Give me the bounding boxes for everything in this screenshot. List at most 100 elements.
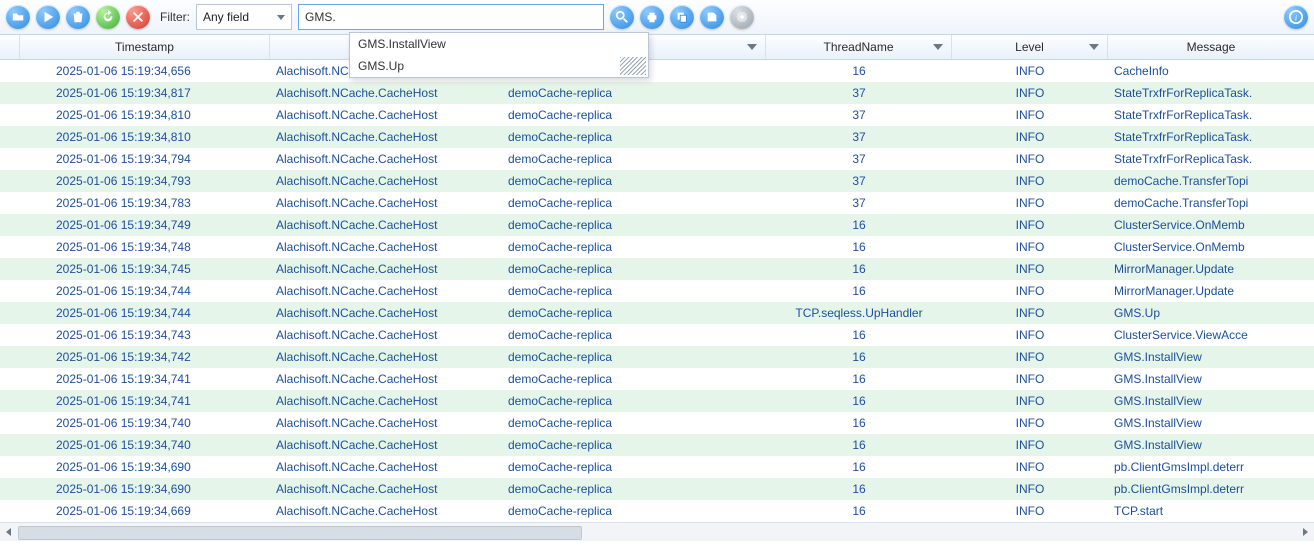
cell-process: Alachisoft.NCache.CacheHost xyxy=(270,262,502,276)
table-row[interactable]: 2025-01-06 15:19:34,740Alachisoft.NCache… xyxy=(0,412,1314,434)
cell-name: demoCache-replica xyxy=(502,262,766,276)
cell-timestamp: 2025-01-06 15:19:34,744 xyxy=(20,284,270,298)
cell-process: Alachisoft.NCache.CacheHost xyxy=(270,196,502,210)
cell-level: INFO xyxy=(952,64,1108,78)
field-select[interactable]: Any field xyxy=(196,4,292,30)
table-row[interactable]: 2025-01-06 15:19:34,744Alachisoft.NCache… xyxy=(0,302,1314,324)
copy-button[interactable] xyxy=(670,5,694,29)
table-row[interactable]: 2025-01-06 15:19:34,741Alachisoft.NCache… xyxy=(0,390,1314,412)
cell-timestamp: 2025-01-06 15:19:34,744 xyxy=(20,306,270,320)
cell-name: demoCache-replica xyxy=(502,174,766,188)
open-button[interactable] xyxy=(6,5,30,29)
cell-name: demoCache-replica xyxy=(502,482,766,496)
cell-level: INFO xyxy=(952,328,1108,342)
col-level[interactable]: Level xyxy=(952,35,1108,59)
cell-name: demoCache-replica xyxy=(502,108,766,122)
table-row[interactable]: 2025-01-06 15:19:34,744Alachisoft.NCache… xyxy=(0,280,1314,302)
cell-message: TCP.start xyxy=(1108,504,1314,518)
table-row[interactable]: 2025-01-06 15:19:34,743Alachisoft.NCache… xyxy=(0,324,1314,346)
cell-timestamp: 2025-01-06 15:19:34,669 xyxy=(20,504,270,518)
export-button[interactable] xyxy=(700,5,724,29)
chevron-down-icon xyxy=(277,15,285,20)
cell-process: Alachisoft.NCache.CacheHost xyxy=(270,394,502,408)
cell-thread: 16 xyxy=(766,240,952,254)
cell-level: INFO xyxy=(952,86,1108,100)
cell-name: demoCache-replica xyxy=(502,196,766,210)
col-linenum[interactable] xyxy=(0,35,20,59)
col-timestamp[interactable]: Timestamp xyxy=(20,35,270,59)
col-thread[interactable]: ThreadName xyxy=(766,35,952,59)
scroll-track[interactable] xyxy=(18,526,1296,538)
table-row[interactable]: 2025-01-06 15:19:34,742Alachisoft.NCache… xyxy=(0,346,1314,368)
clear-button[interactable] xyxy=(66,5,90,29)
cell-process: Alachisoft.NCache.CacheHost xyxy=(270,174,502,188)
cell-timestamp: 2025-01-06 15:19:34,690 xyxy=(20,482,270,496)
print-button[interactable] xyxy=(640,5,664,29)
cell-name: demoCache-replica xyxy=(502,284,766,298)
cell-timestamp: 2025-01-06 15:19:34,740 xyxy=(20,438,270,452)
toolbar: Filter: Any field i xyxy=(0,0,1314,35)
table-row[interactable]: 2025-01-06 15:19:34,748Alachisoft.NCache… xyxy=(0,236,1314,258)
scroll-right-button[interactable] xyxy=(1296,524,1314,540)
cell-name: demoCache-replica xyxy=(502,152,766,166)
play-button[interactable] xyxy=(36,5,60,29)
filter-input[interactable] xyxy=(298,4,604,30)
table-row[interactable]: 2025-01-06 15:19:34,740Alachisoft.NCache… xyxy=(0,434,1314,456)
col-message[interactable]: Message xyxy=(1108,35,1314,59)
search-button[interactable] xyxy=(610,5,634,29)
cell-process: Alachisoft.NCache.CacheHost xyxy=(270,152,502,166)
autocomplete-dropdown: GMS.InstallView GMS.Up xyxy=(349,32,649,78)
table-row[interactable]: 2025-01-06 15:19:34,794Alachisoft.NCache… xyxy=(0,148,1314,170)
table-row[interactable]: 2025-01-06 15:19:34,783Alachisoft.NCache… xyxy=(0,192,1314,214)
table-row[interactable]: 2025-01-06 15:19:34,656Alachisoft.NCach1… xyxy=(0,60,1314,82)
table-row[interactable]: 2025-01-06 15:19:34,817Alachisoft.NCache… xyxy=(0,82,1314,104)
cell-message: pb.ClientGmsImpl.deterr xyxy=(1108,460,1314,474)
cell-name: demoCache-replica xyxy=(502,372,766,386)
info-button[interactable]: i xyxy=(1284,5,1308,29)
table-row[interactable]: 2025-01-06 15:19:34,745Alachisoft.NCache… xyxy=(0,258,1314,280)
refresh-button[interactable] xyxy=(96,5,120,29)
field-select-value: Any field xyxy=(203,10,249,24)
cell-message: GMS.InstallView xyxy=(1108,394,1314,408)
cell-timestamp: 2025-01-06 15:19:34,749 xyxy=(20,218,270,232)
cell-process: Alachisoft.NCache.CacheHost xyxy=(270,86,502,100)
cell-message: demoCache.TransferTopi xyxy=(1108,196,1314,210)
autocomplete-item[interactable]: GMS.Up xyxy=(350,55,648,77)
cell-name: demoCache-replica xyxy=(502,130,766,144)
cell-name: demoCache-replica xyxy=(502,86,766,100)
stop-button[interactable] xyxy=(126,5,150,29)
table-row[interactable]: 2025-01-06 15:19:34,741Alachisoft.NCache… xyxy=(0,368,1314,390)
table-row[interactable]: 2025-01-06 15:19:34,793Alachisoft.NCache… xyxy=(0,170,1314,192)
table-row[interactable]: 2025-01-06 15:19:34,749Alachisoft.NCache… xyxy=(0,214,1314,236)
cell-timestamp: 2025-01-06 15:19:34,741 xyxy=(20,372,270,386)
filter-dropdown-icon[interactable] xyxy=(933,44,943,50)
cell-process: Alachisoft.NCache.CacheHost xyxy=(270,130,502,144)
cell-thread: 16 xyxy=(766,350,952,364)
table-row[interactable]: 2025-01-06 15:19:34,669Alachisoft.NCache… xyxy=(0,500,1314,522)
settings-button[interactable] xyxy=(730,5,754,29)
cell-message: ClusterService.OnMemb xyxy=(1108,218,1314,232)
table-row[interactable]: 2025-01-06 15:19:34,810Alachisoft.NCache… xyxy=(0,126,1314,148)
cell-timestamp: 2025-01-06 15:19:34,741 xyxy=(20,394,270,408)
cell-thread: TCP.seqless.UpHandler xyxy=(766,306,952,320)
filter-dropdown-icon[interactable] xyxy=(747,44,757,50)
autocomplete-item[interactable]: GMS.InstallView xyxy=(350,33,648,55)
scroll-thumb[interactable] xyxy=(18,526,582,540)
cell-message: MirrorManager.Update xyxy=(1108,262,1314,276)
cell-timestamp: 2025-01-06 15:19:34,748 xyxy=(20,240,270,254)
table-row[interactable]: 2025-01-06 15:19:34,690Alachisoft.NCache… xyxy=(0,478,1314,500)
filter-dropdown-icon[interactable] xyxy=(1089,44,1099,50)
cell-level: INFO xyxy=(952,284,1108,298)
cell-level: INFO xyxy=(952,372,1108,386)
cell-level: INFO xyxy=(952,152,1108,166)
table-row[interactable]: 2025-01-06 15:19:34,690Alachisoft.NCache… xyxy=(0,456,1314,478)
cell-process: Alachisoft.NCache.CacheHost xyxy=(270,350,502,364)
cell-level: INFO xyxy=(952,504,1108,518)
scroll-left-button[interactable] xyxy=(0,524,18,540)
cell-timestamp: 2025-01-06 15:19:34,740 xyxy=(20,416,270,430)
resize-handle[interactable] xyxy=(620,57,646,75)
table-row[interactable]: 2025-01-06 15:19:34,810Alachisoft.NCache… xyxy=(0,104,1314,126)
horizontal-scrollbar[interactable] xyxy=(0,522,1314,541)
log-grid: Timestamp P ame ThreadName Level Message… xyxy=(0,35,1314,541)
cell-level: INFO xyxy=(952,306,1108,320)
